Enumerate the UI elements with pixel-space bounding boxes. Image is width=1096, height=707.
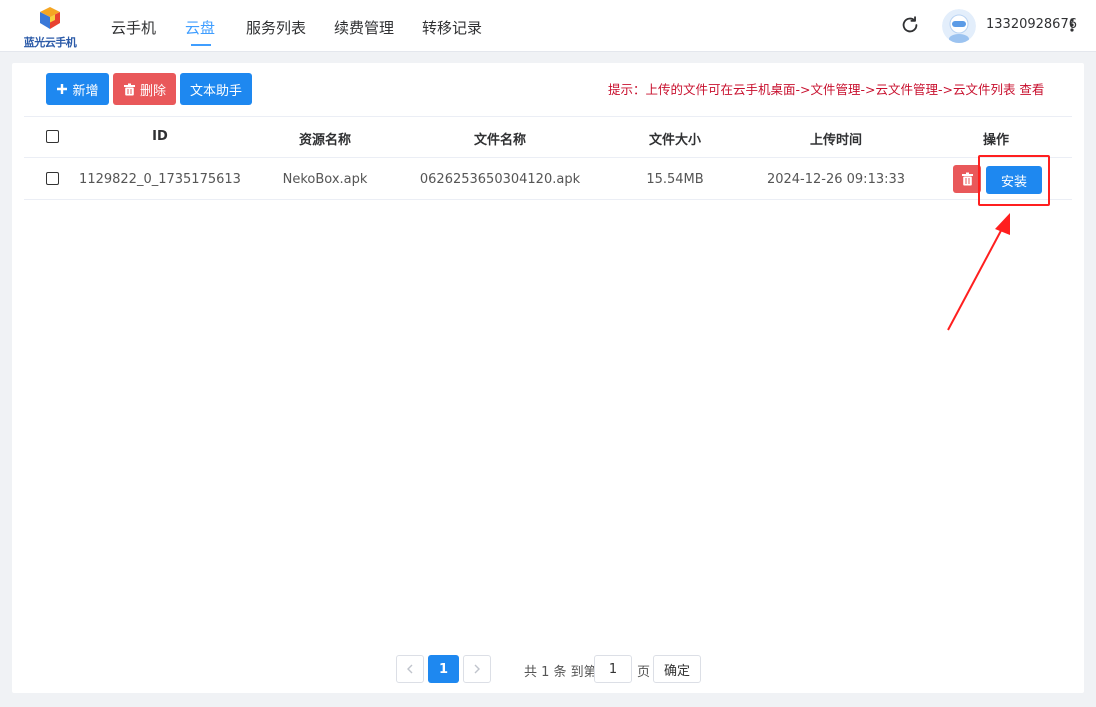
table-top-divider xyxy=(24,116,1072,117)
user-phone[interactable]: 13320928676 xyxy=(986,17,1077,32)
delete-button-label: 删除 xyxy=(139,83,166,99)
prev-page-button[interactable] xyxy=(396,655,424,683)
install-button[interactable]: 安装 xyxy=(986,166,1042,194)
chevron-right-icon xyxy=(474,664,480,674)
text-helper-button[interactable]: 文本助手 xyxy=(180,73,252,105)
active-nav-underline xyxy=(191,44,211,46)
next-page-button[interactable] xyxy=(463,655,491,683)
nav-item-renewal[interactable]: 续费管理 xyxy=(334,17,394,38)
add-button[interactable]: 新增 xyxy=(46,73,109,105)
delete-button[interactable]: 删除 xyxy=(113,73,176,105)
column-header-id: ID xyxy=(152,129,168,144)
goto-page-input[interactable] xyxy=(594,655,632,683)
row-checkbox[interactable] xyxy=(46,172,59,185)
add-button-label: 新增 xyxy=(72,83,99,99)
column-header-file-size: 文件大小 xyxy=(648,133,702,148)
more-vertical-icon[interactable] xyxy=(1067,16,1077,34)
cell-upload-time: 2024-12-26 09:13:33 xyxy=(766,172,906,187)
goto-confirm-button[interactable]: 确定 xyxy=(653,655,701,683)
pagination-total: 共 1 条 到第 xyxy=(524,665,597,680)
select-all-checkbox[interactable] xyxy=(46,130,59,143)
column-header-upload-time: 上传时间 xyxy=(809,133,863,148)
cell-id: 1129822_0_1735175613 xyxy=(79,172,241,187)
cell-resource-name: NekoBox.apk xyxy=(282,172,368,187)
table-row-divider xyxy=(24,199,1072,200)
install-button-label: 安装 xyxy=(1000,174,1027,190)
logo-cube-icon xyxy=(40,7,60,29)
user-avatar[interactable] xyxy=(942,9,976,43)
text-helper-label: 文本助手 xyxy=(189,83,242,99)
logo-text: 蓝光云手机 xyxy=(23,36,77,49)
column-header-file-name: 文件名称 xyxy=(473,133,527,148)
cell-file-name: 0626253650304120.apk xyxy=(419,172,581,187)
plus-icon xyxy=(56,83,68,95)
nav-item-cloud-disk[interactable]: 云盘 xyxy=(185,17,215,38)
top-navbar: 蓝光云手机 云手机 云盘 服务列表 续费管理 转移记录 13320928676 xyxy=(0,0,1096,52)
chevron-left-icon xyxy=(407,664,413,674)
row-delete-button[interactable] xyxy=(953,165,981,193)
table-header-divider xyxy=(24,157,1072,158)
trash-icon xyxy=(123,83,136,96)
column-header-resource-name: 资源名称 xyxy=(298,133,352,148)
column-header-actions: 操作 xyxy=(982,133,1010,148)
page-number-current[interactable]: 1 xyxy=(428,655,459,683)
nav-item-service-list[interactable]: 服务列表 xyxy=(246,17,306,38)
trash-icon xyxy=(961,172,973,186)
upload-tip: 提示：上传的文件可在云手机桌面->文件管理->云文件管理->云文件列表 查看 xyxy=(608,82,1045,97)
cell-file-size: 15.54MB xyxy=(646,172,704,187)
nav-item-transfer-records[interactable]: 转移记录 xyxy=(422,17,482,38)
refresh-icon[interactable] xyxy=(899,14,921,36)
app-logo[interactable]: 蓝光云手机 xyxy=(18,4,82,49)
page-suffix: 页 xyxy=(637,665,651,680)
nav-item-cloud-phone[interactable]: 云手机 xyxy=(111,17,156,38)
